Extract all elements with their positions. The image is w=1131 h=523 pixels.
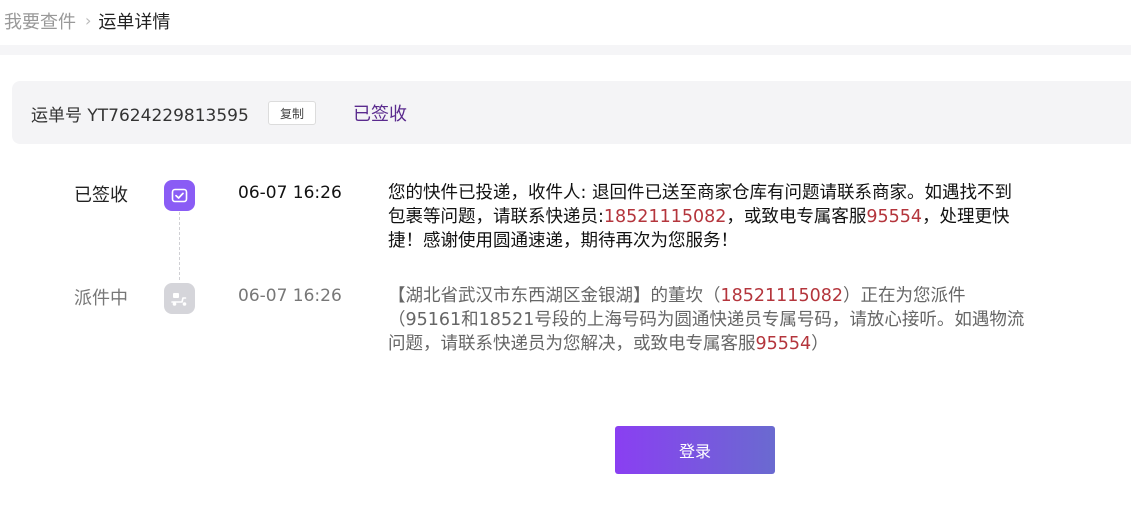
breadcrumb: 我要查件 › 运单详情 [4, 8, 171, 34]
timeline-connector [179, 212, 180, 280]
timeline-description: 【湖北省武汉市东西湖区金银湖】的董坎（18521115082）正在为您派件（95… [388, 284, 1028, 356]
waybill-number: YT7624229813595 [87, 106, 249, 126]
breadcrumb-separator-icon: › [85, 10, 92, 30]
description-text: ，或致电专属客服 [726, 207, 867, 227]
waybill-header-card: 运单号 YT7624229813595 复制 已签收 [12, 81, 1131, 144]
courier-phone: 18521115082 [603, 207, 727, 227]
delivery-scooter-icon [164, 283, 195, 314]
section-divider [0, 45, 1131, 55]
login-button[interactable]: 登录 [615, 426, 775, 474]
timeline-description: 您的快件已投递，收件人: 退回件已送至商家仓库有问题请联系商家。如遇找不到包裹等… [388, 181, 1028, 253]
courier-phone: 18521115082 [720, 286, 843, 306]
service-hotline: 95554 [755, 334, 812, 354]
breadcrumb-parent-link[interactable]: 我要查件 [4, 8, 76, 34]
description-text: 【湖北省武汉市东西湖区金银湖】的董坎（ [388, 286, 721, 306]
copy-waybill-button[interactable]: 复制 [268, 101, 316, 125]
waybill-status: 已签收 [353, 104, 407, 125]
timeline-time: 06-07 16:26 [238, 183, 342, 203]
timeline-status: 派件中 [74, 288, 128, 309]
waybill-number-text: 运单号 YT7624229813595 [31, 101, 249, 126]
timeline-time: 06-07 16:26 [238, 286, 342, 306]
description-text: ） [811, 334, 829, 354]
breadcrumb-current: 运单详情 [98, 12, 171, 33]
service-hotline: 95554 [866, 207, 923, 227]
signed-check-icon [164, 180, 195, 211]
timeline-status: 已签收 [74, 185, 128, 206]
waybill-label: 运单号 [31, 106, 82, 126]
